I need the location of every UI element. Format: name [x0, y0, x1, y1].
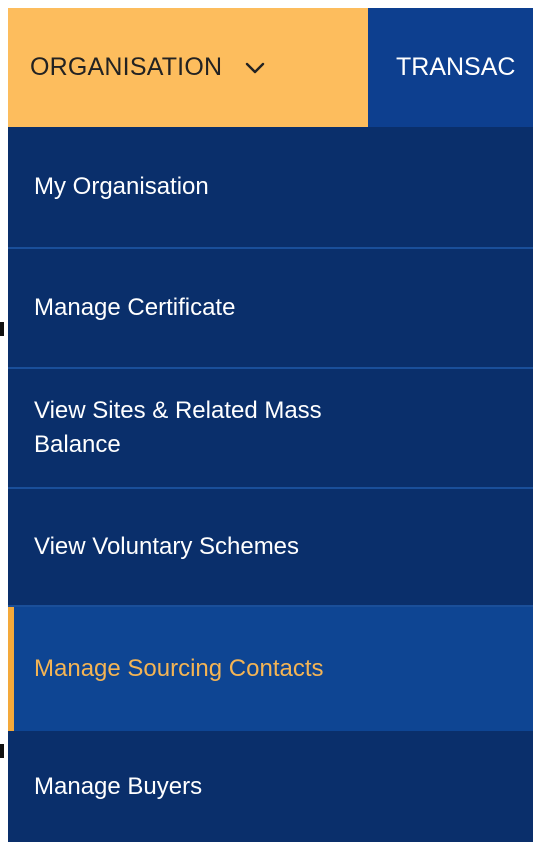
- margin-mark: [0, 744, 4, 758]
- menu-item-label: Manage Certificate: [34, 294, 236, 321]
- menu-item-my-organisation[interactable]: My Organisation: [8, 127, 533, 249]
- menu-item-label: Manage Buyers: [34, 772, 203, 800]
- page: ORGANISATION TRANSAC My Organisation Man…: [0, 0, 533, 842]
- menu-item-manage-buyers[interactable]: Manage Buyers: [8, 731, 533, 842]
- nav-item-organisation-label: ORGANISATION: [30, 53, 223, 81]
- menu-item-label: My Organisation: [34, 173, 209, 200]
- nav-item-transactions[interactable]: TRANSAC: [368, 8, 515, 127]
- top-navigation-bar: ORGANISATION TRANSAC: [8, 8, 533, 127]
- menu-item-view-sites[interactable]: View Sites & Related Mass Balance: [8, 369, 533, 489]
- menu-item-manage-sourcing-contacts[interactable]: Manage Sourcing Contacts: [8, 607, 533, 731]
- menu-item-label: View Sites & Related Mass Balance: [34, 397, 322, 458]
- menu-item-label: Manage Sourcing Contacts: [34, 655, 324, 682]
- menu-item-label: View Voluntary Schemes: [34, 533, 300, 560]
- margin-mark: [0, 322, 4, 336]
- nav-item-transactions-label: TRANSAC: [396, 53, 516, 81]
- menu-item-manage-certificate[interactable]: Manage Certificate: [8, 249, 533, 369]
- menu-item-view-voluntary-schemes[interactable]: View Voluntary Schemes: [8, 489, 533, 607]
- chevron-down-icon: [246, 62, 265, 73]
- active-indicator: [8, 607, 14, 731]
- organisation-dropdown-menu: My Organisation Manage Certificate View …: [8, 127, 533, 842]
- nav-item-organisation[interactable]: ORGANISATION: [8, 8, 368, 127]
